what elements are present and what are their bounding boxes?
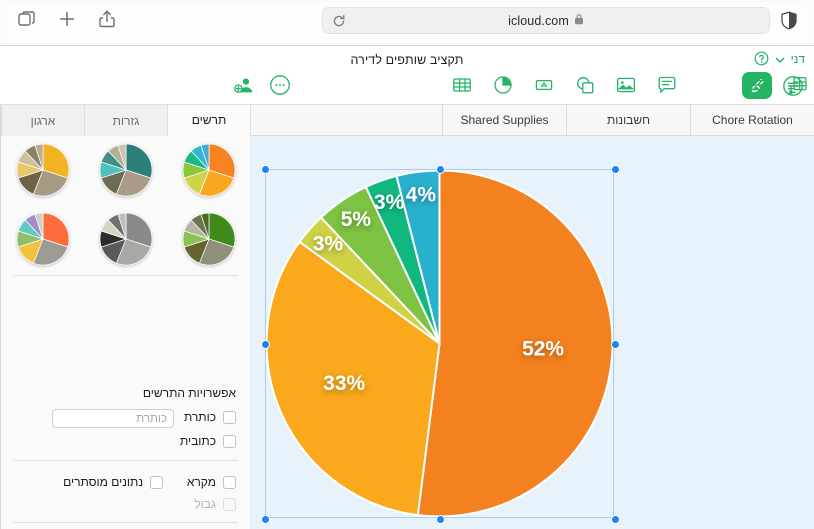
checkbox-border bbox=[223, 497, 236, 511]
resize-handle-top-left[interactable] bbox=[261, 165, 270, 174]
format-panel-tabs: תרשים גזרות ארגון bbox=[1, 105, 250, 136]
table-icon[interactable] bbox=[450, 73, 474, 97]
page-title: תקציב שותפים לדירה bbox=[350, 53, 464, 67]
chart-style-thumbnail[interactable] bbox=[15, 211, 71, 267]
help-icon[interactable] bbox=[754, 51, 769, 66]
option-hidden-data-label: נתונים מוסתרים bbox=[63, 475, 143, 489]
browser-toolbar: icloud.com bbox=[0, 0, 814, 46]
thumbnail-slice bbox=[182, 161, 210, 179]
panel-tab-wedges[interactable]: גזרות bbox=[84, 105, 167, 136]
format-panel: תרשים גזרות ארגון אפשרויות התרשים כותרת … bbox=[0, 105, 250, 529]
toolbar-sheet-group bbox=[748, 73, 810, 97]
option-text-label-label: כתובית bbox=[179, 434, 216, 448]
option-text-label-row[interactable]: כתובית bbox=[180, 434, 236, 448]
toolbar-collab-group bbox=[232, 73, 292, 97]
toolbar-insert-group bbox=[450, 73, 679, 97]
resize-handle-bottom-left[interactable] bbox=[261, 515, 270, 524]
chart-style-thumbnail[interactable] bbox=[15, 142, 71, 198]
tab-overview-icon[interactable] bbox=[16, 8, 38, 30]
chevron-down-icon[interactable] bbox=[774, 53, 786, 65]
chart-icon[interactable] bbox=[491, 73, 515, 97]
shape-icon[interactable] bbox=[573, 73, 597, 97]
resize-handle-top-right[interactable] bbox=[611, 165, 620, 174]
option-legend-label: מקרא bbox=[186, 475, 216, 489]
thumbnail-slice bbox=[183, 169, 210, 195]
lock-icon bbox=[574, 12, 584, 30]
browser-left-icons bbox=[16, 8, 118, 30]
option-title-row[interactable]: כותרת bbox=[184, 410, 236, 424]
thumbnail-slice bbox=[190, 145, 209, 171]
reload-icon[interactable] bbox=[331, 13, 347, 29]
view-options-icon[interactable] bbox=[748, 73, 772, 97]
chart-selection-box bbox=[261, 165, 620, 524]
more-options-icon[interactable] bbox=[268, 73, 292, 97]
resize-handle-top-center[interactable] bbox=[436, 165, 445, 174]
thumbnail-slice bbox=[208, 143, 235, 179]
divider-3 bbox=[13, 522, 238, 523]
account-name[interactable]: דני bbox=[791, 52, 805, 66]
sheet-tab-chore-rotation[interactable] bbox=[250, 105, 442, 135]
thumbnail-slice bbox=[200, 143, 209, 171]
chart-options-title: אפשרויות התרשים bbox=[142, 386, 236, 400]
resize-handle-bottom-right[interactable] bbox=[611, 515, 620, 524]
option-title-label: כותרת bbox=[183, 410, 216, 424]
privacy-shield-icon[interactable] bbox=[780, 11, 798, 30]
sheet-tab-0[interactable]: Shared Supplies bbox=[442, 105, 566, 135]
divider-2 bbox=[13, 460, 238, 461]
resize-handle-bottom-center[interactable] bbox=[436, 515, 445, 524]
comment-icon[interactable] bbox=[655, 73, 679, 97]
new-tab-icon[interactable] bbox=[56, 8, 78, 30]
chart-style-thumbnail[interactable] bbox=[181, 142, 237, 198]
account-area: דני bbox=[754, 51, 805, 66]
chart-style-grid bbox=[1, 136, 250, 273]
sheet-canvas[interactable]: 52% 33% 3% 5% 3% 4% bbox=[250, 136, 814, 529]
option-border-label: גבול bbox=[194, 497, 216, 511]
add-sheet-icon[interactable] bbox=[786, 73, 810, 97]
resize-handle-middle-left[interactable] bbox=[261, 340, 270, 349]
chart-style-thumbnail[interactable] bbox=[181, 211, 237, 267]
thumbnail-slice bbox=[183, 150, 209, 171]
media-icon[interactable] bbox=[614, 73, 638, 97]
address-bar[interactable]: icloud.com bbox=[322, 7, 770, 34]
share-icon[interactable] bbox=[96, 8, 118, 30]
chart-style-thumbnail[interactable] bbox=[98, 142, 154, 198]
option-hidden-data-row[interactable]: נתונים מוסתרים bbox=[63, 475, 163, 489]
option-legend-row[interactable]: מקרא bbox=[187, 475, 236, 489]
chart-style-thumbnail[interactable] bbox=[98, 211, 154, 267]
checkbox-hidden-data[interactable] bbox=[150, 475, 163, 489]
divider-1 bbox=[13, 275, 238, 276]
checkbox-legend[interactable] bbox=[223, 475, 236, 489]
panel-tab-arrange[interactable]: ארגון bbox=[1, 105, 84, 136]
address-bar-url: icloud.com bbox=[508, 13, 569, 28]
sheet-tab-1[interactable]: חשבונות bbox=[566, 105, 690, 135]
checkbox-text-label[interactable] bbox=[223, 434, 236, 448]
panel-tab-chart[interactable]: תרשים bbox=[167, 105, 250, 136]
document-header: תקציב שותפים לדירה דני bbox=[0, 46, 814, 105]
app-root: icloud.com תקציב שותפים לדירה דני Shared… bbox=[0, 0, 814, 529]
thumbnail-slice bbox=[198, 169, 234, 197]
resize-handle-middle-right[interactable] bbox=[611, 340, 620, 349]
chart-title-input[interactable]: כותרת bbox=[52, 409, 174, 428]
collaborate-icon[interactable] bbox=[232, 73, 256, 97]
option-border-row: גבול bbox=[194, 497, 236, 511]
sheet-tab-2[interactable]: Chore Rotation bbox=[690, 105, 814, 135]
text-box-icon[interactable] bbox=[532, 73, 556, 97]
checkbox-title[interactable] bbox=[223, 410, 236, 424]
